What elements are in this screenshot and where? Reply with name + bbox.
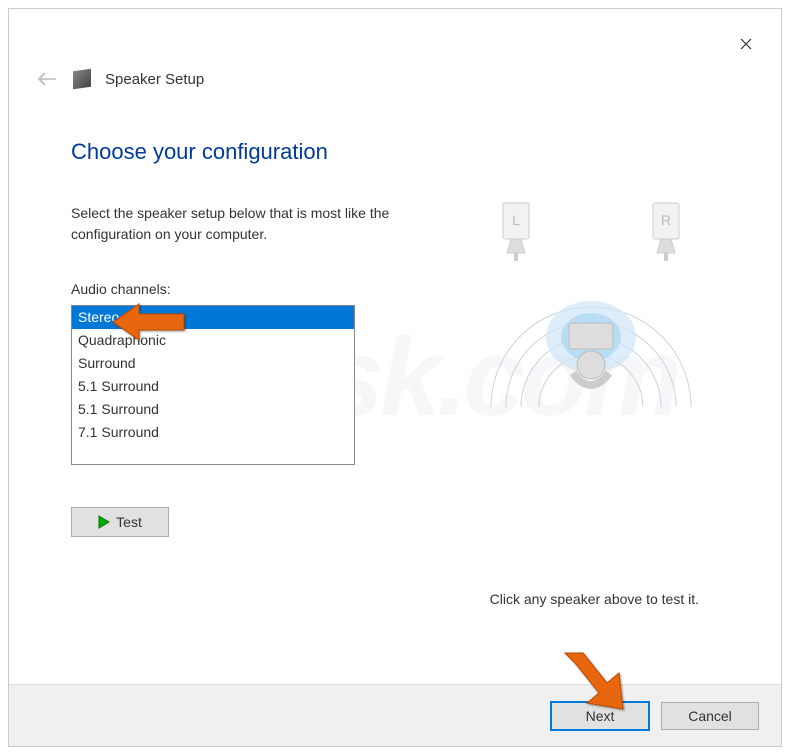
list-item[interactable]: Surround [72,352,354,375]
right-speaker: R [653,203,679,261]
page-heading: Choose your configuration [71,139,721,165]
next-button[interactable]: Next [551,702,649,730]
close-button[interactable] [731,29,761,59]
list-item[interactable]: 5.1 Surround [72,398,354,421]
speaker-diagram: L R [461,197,721,433]
list-item[interactable]: 7.1 Surround [72,421,354,444]
list-item[interactable]: 5.1 Surround [72,375,354,398]
dialog-header: Speaker Setup [35,67,204,91]
svg-text:L: L [512,212,520,228]
hint-text: Click any speaker above to test it. [490,591,699,607]
back-button[interactable] [35,67,59,91]
list-item[interactable]: Quadraphonic [72,329,354,352]
close-icon [740,38,752,50]
dialog-title: Speaker Setup [105,71,204,88]
test-button[interactable]: Test [71,507,169,537]
play-icon [98,515,110,529]
page-description: Select the speaker setup below that is m… [71,203,431,245]
left-speaker: L [503,203,529,261]
dialog-footer: Next Cancel [9,684,781,746]
svg-text:R: R [661,212,671,228]
cancel-button[interactable]: Cancel [661,702,759,730]
audio-channels-listbox[interactable]: Stereo Quadraphonic Surround 5.1 Surroun… [71,305,355,465]
back-arrow-icon [37,72,57,86]
list-item[interactable]: Stereo [72,306,354,329]
speaker-icon [73,69,91,90]
dialog-window: PCrisk.com Speaker Setup Choose your con… [8,8,782,747]
test-button-label: Test [116,514,142,530]
